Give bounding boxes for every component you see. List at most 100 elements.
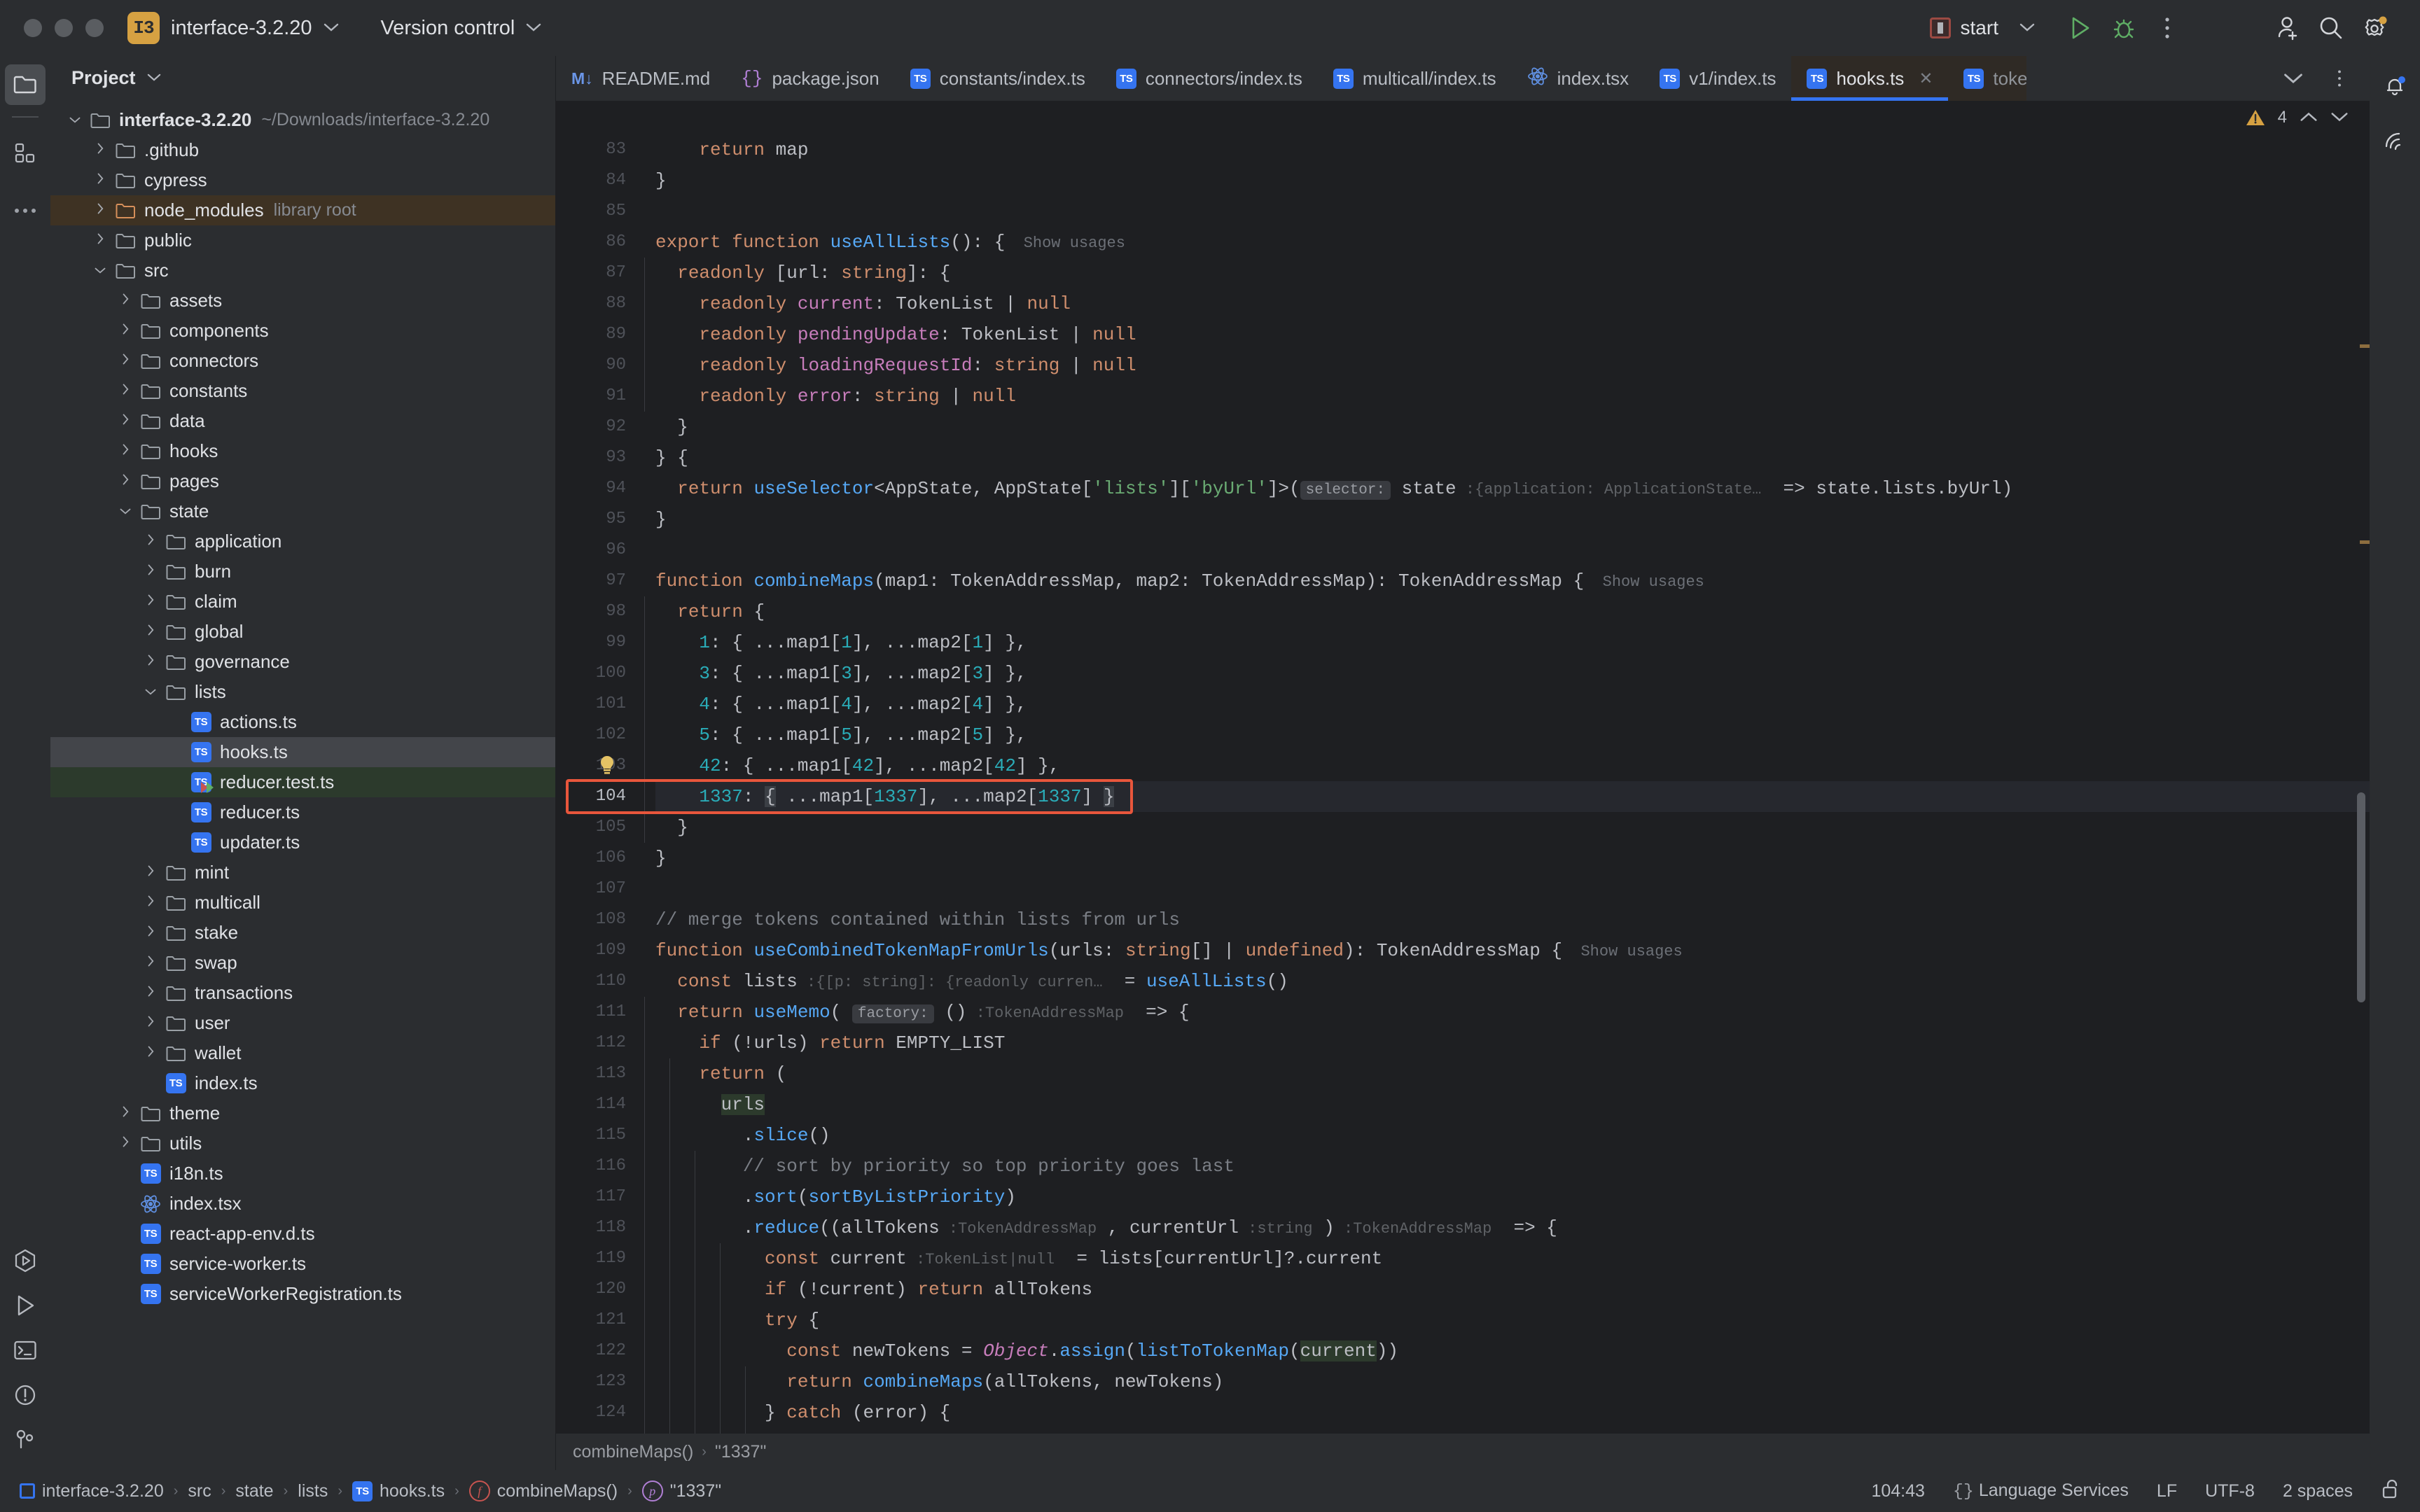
editor-tab-toke[interactable]: TS toke [1948, 56, 2027, 101]
tree-item-global[interactable]: global [50, 617, 555, 647]
chevron-right-icon[interactable] [113, 383, 137, 400]
code-line[interactable]: function combineMaps(map1: TokenAddressM… [655, 566, 2370, 596]
project-name-label[interactable]: interface-3.2.20 [171, 17, 312, 40]
line-number[interactable]: 110 [556, 966, 626, 997]
next-problem-icon[interactable] [2330, 108, 2349, 127]
line-number[interactable]: 108 [556, 904, 626, 935]
chevron-right-icon[interactable] [113, 1105, 137, 1122]
line-number[interactable]: 93 [556, 442, 626, 473]
line-number[interactable]: 105 [556, 812, 626, 843]
line-number[interactable]: 86 [556, 227, 626, 258]
code-line[interactable]: // merge tokens contained within lists f… [655, 904, 2370, 935]
chevron-right-icon[interactable] [139, 864, 162, 881]
editor-tab-multicall-index-ts[interactable]: TS multicall/index.ts [1318, 56, 1512, 101]
tree-item-updater-ts[interactable]: TS updater.ts [50, 827, 555, 858]
project-tree[interactable]: interface-3.2.20 ~/Downloads/interface-3.… [50, 99, 555, 1470]
line-number[interactable]: 120 [556, 1274, 626, 1305]
caret-position-label[interactable]: 104:43 [1871, 1481, 1924, 1502]
line-number[interactable]: 121 [556, 1305, 626, 1336]
line-number[interactable]: 107 [556, 874, 626, 904]
editor-marker-stripe[interactable] [2360, 344, 2370, 348]
tree-item-serviceworkerregistration-ts[interactable]: TS serviceWorkerRegistration.ts [50, 1279, 555, 1309]
language-services-widget[interactable]: {} Language Services [1953, 1480, 2129, 1502]
line-number[interactable]: 106 [556, 843, 626, 874]
line-number[interactable]: 84 [556, 165, 626, 196]
line-number[interactable]: 83 [556, 134, 626, 165]
code-line[interactable]: try { [655, 1305, 2370, 1336]
chevron-right-icon[interactable] [139, 925, 162, 941]
tree-item-assets[interactable]: assets [50, 286, 555, 316]
tree-item-reducer-test-ts[interactable]: TS reducer.test.ts [50, 767, 555, 797]
line-number[interactable]: 116 [556, 1151, 626, 1182]
code-line[interactable]: 4: { ...map1[4], ...map2[4] }, [655, 689, 2370, 720]
chevron-right-icon[interactable] [88, 172, 112, 189]
line-number[interactable]: 114 [556, 1089, 626, 1120]
version-control-branch-icon[interactable] [5, 1420, 46, 1460]
chevron-right-icon[interactable] [139, 985, 162, 1002]
tree-item-i18n-ts[interactable]: TS i18n.ts [50, 1158, 555, 1189]
ai-assistant-icon[interactable] [2374, 120, 2415, 161]
tree-item-mint[interactable]: mint [50, 858, 555, 888]
tree-item-hooks[interactable]: hooks [50, 436, 555, 466]
code-line[interactable] [655, 535, 2370, 566]
breadcrumb-item[interactable]: lists [298, 1481, 328, 1502]
code-line[interactable]: 42: { ...map1[42], ...map2[42] }, [655, 750, 2370, 781]
tree-item-governance[interactable]: governance [50, 647, 555, 677]
code-line[interactable]: 1337: { ...map1[1337], ...map2[1337] } [655, 781, 2370, 812]
terminal-tool-window-icon[interactable] [5, 1330, 46, 1371]
line-separator-label[interactable]: LF [2157, 1481, 2177, 1502]
line-number[interactable]: 109 [556, 935, 626, 966]
code-line[interactable]: return useMemo( factory: () :TokenAddres… [655, 997, 2370, 1028]
code-line[interactable]: .sort(sortByListPriority) [655, 1182, 2370, 1212]
run-anything-icon[interactable] [5, 1240, 46, 1281]
settings-icon[interactable] [2353, 6, 2396, 50]
code-line[interactable]: export function useAllLists(): { Show us… [655, 227, 2370, 258]
chevron-right-icon[interactable] [139, 533, 162, 550]
breadcrumb-strip-item[interactable]: combineMaps() [573, 1442, 693, 1462]
code-line[interactable]: } [655, 812, 2370, 843]
line-number[interactable]: 97 [556, 566, 626, 596]
close-tab-icon[interactable]: ✕ [1919, 69, 1933, 89]
tree-item-claim[interactable]: claim [50, 587, 555, 617]
editor-tab-hooks-ts[interactable]: TS hooks.ts ✕ [1791, 56, 1949, 101]
chevron-down-icon[interactable] [324, 20, 339, 36]
line-number[interactable]: 113 [556, 1058, 626, 1089]
problems-tool-window-icon[interactable] [5, 1375, 46, 1415]
line-number[interactable]: 104 [556, 781, 626, 812]
inspection-widget[interactable]: 4 [556, 101, 2370, 134]
code-line[interactable]: const lists :{[p: string]: {readonly cur… [655, 966, 2370, 997]
tree-item-state[interactable]: state [50, 496, 555, 526]
tree-item-public[interactable]: public [50, 225, 555, 255]
chevron-right-icon[interactable] [139, 955, 162, 972]
add-collaborator-icon[interactable] [2266, 6, 2309, 50]
editor-tab-connectors-index-ts[interactable]: TS connectors/index.ts [1101, 56, 1318, 101]
code-line[interactable]: function useCombinedTokenMapFromUrls(url… [655, 935, 2370, 966]
chevron-right-icon[interactable] [139, 594, 162, 610]
unlocked-icon[interactable] [2381, 1478, 2400, 1505]
line-number[interactable]: 100 [556, 658, 626, 689]
tree-item-hooks-ts[interactable]: TS hooks.ts [50, 737, 555, 767]
tree-item-node-modules[interactable]: node_modules library root [50, 195, 555, 225]
code-line[interactable]: return ( [655, 1058, 2370, 1089]
code-line[interactable]: return useSelector<AppState, AppState['l… [655, 473, 2370, 504]
editor-tab-bar[interactable]: M↓ README.md {} package.json TS constants/ind… [556, 56, 2370, 101]
tree-item-constants[interactable]: constants [50, 376, 555, 406]
chevron-right-icon[interactable] [113, 443, 137, 460]
line-number[interactable]: 96 [556, 535, 626, 566]
editor-breadcrumb-strip[interactable]: combineMaps() › "1337" [556, 1434, 2370, 1470]
chevron-right-icon[interactable] [113, 413, 137, 430]
indent-label[interactable]: 2 spaces [2283, 1481, 2353, 1502]
tab-options-icon[interactable] [2318, 57, 2361, 100]
line-number[interactable]: 124 [556, 1397, 626, 1428]
line-number[interactable]: 98 [556, 596, 626, 627]
code-line[interactable]: // sort by priority so top priority goes… [655, 1151, 2370, 1182]
line-number[interactable]: 92 [556, 412, 626, 442]
editor-tab-v1-index-ts[interactable]: TS v1/index.ts [1644, 56, 1791, 101]
line-number[interactable]: 115 [556, 1120, 626, 1151]
code-line[interactable]: return { [655, 596, 2370, 627]
tree-item-utils[interactable]: utils [50, 1128, 555, 1158]
line-number[interactable]: 91 [556, 381, 626, 412]
tree-item-transactions[interactable]: transactions [50, 978, 555, 1008]
run-config-chevron-down-icon[interactable] [2019, 20, 2035, 36]
chevron-right-icon[interactable] [113, 353, 137, 370]
